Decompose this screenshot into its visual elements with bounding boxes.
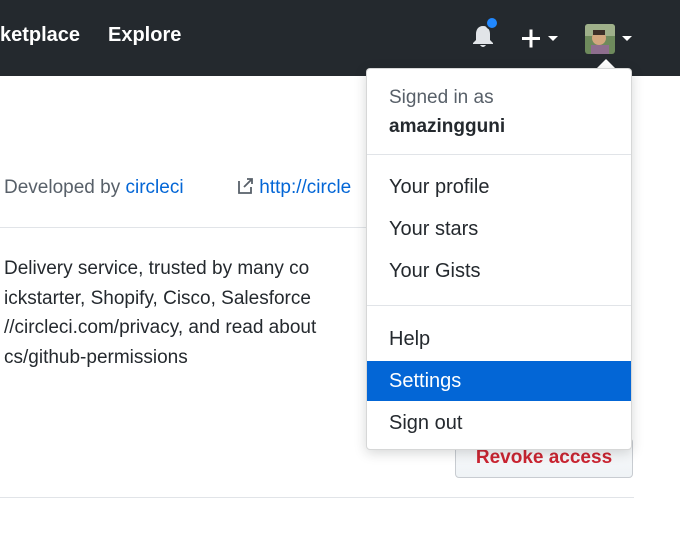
notification-dot — [485, 16, 499, 30]
menu-item-help[interactable]: Help — [367, 319, 631, 359]
user-menu-button[interactable] — [584, 22, 638, 56]
menu-item-your-gists[interactable]: Your Gists — [367, 251, 631, 291]
dropdown-caret — [597, 59, 615, 68]
divider — [0, 497, 634, 498]
nav-marketplace-link[interactable]: ketplace — [0, 22, 80, 48]
menu-item-sign-out[interactable]: Sign out — [367, 403, 631, 443]
user-dropdown-menu: Signed in as amazingguni Your profile Yo… — [366, 68, 632, 450]
plus-icon — [522, 29, 558, 48]
menu-divider — [367, 305, 631, 306]
chevron-down-icon — [548, 36, 558, 41]
nav-explore-link[interactable]: Explore — [108, 22, 181, 48]
divider — [0, 227, 370, 228]
chevron-down-icon — [622, 36, 632, 41]
menu-divider — [367, 154, 631, 155]
notifications-button[interactable] — [470, 16, 499, 50]
header-bar: ketplace Explore — [0, 0, 680, 76]
menu-item-settings[interactable]: Settings — [367, 361, 631, 401]
developed-by: Developed by circleci — [4, 177, 184, 198]
external-link-icon — [238, 178, 253, 194]
menu-item-your-profile[interactable]: Your profile — [367, 167, 631, 207]
app-description: Delivery service, trusted by many co ick… — [4, 258, 317, 368]
signed-in-header: Signed in as amazingguni — [389, 83, 505, 141]
username: amazingguni — [389, 116, 506, 137]
menu-item-your-stars[interactable]: Your stars — [367, 209, 631, 249]
create-new-button[interactable] — [518, 24, 564, 52]
developer-link[interactable]: circleci — [125, 177, 183, 198]
website-link[interactable]: http://circle — [236, 176, 351, 200]
avatar — [585, 24, 632, 54]
